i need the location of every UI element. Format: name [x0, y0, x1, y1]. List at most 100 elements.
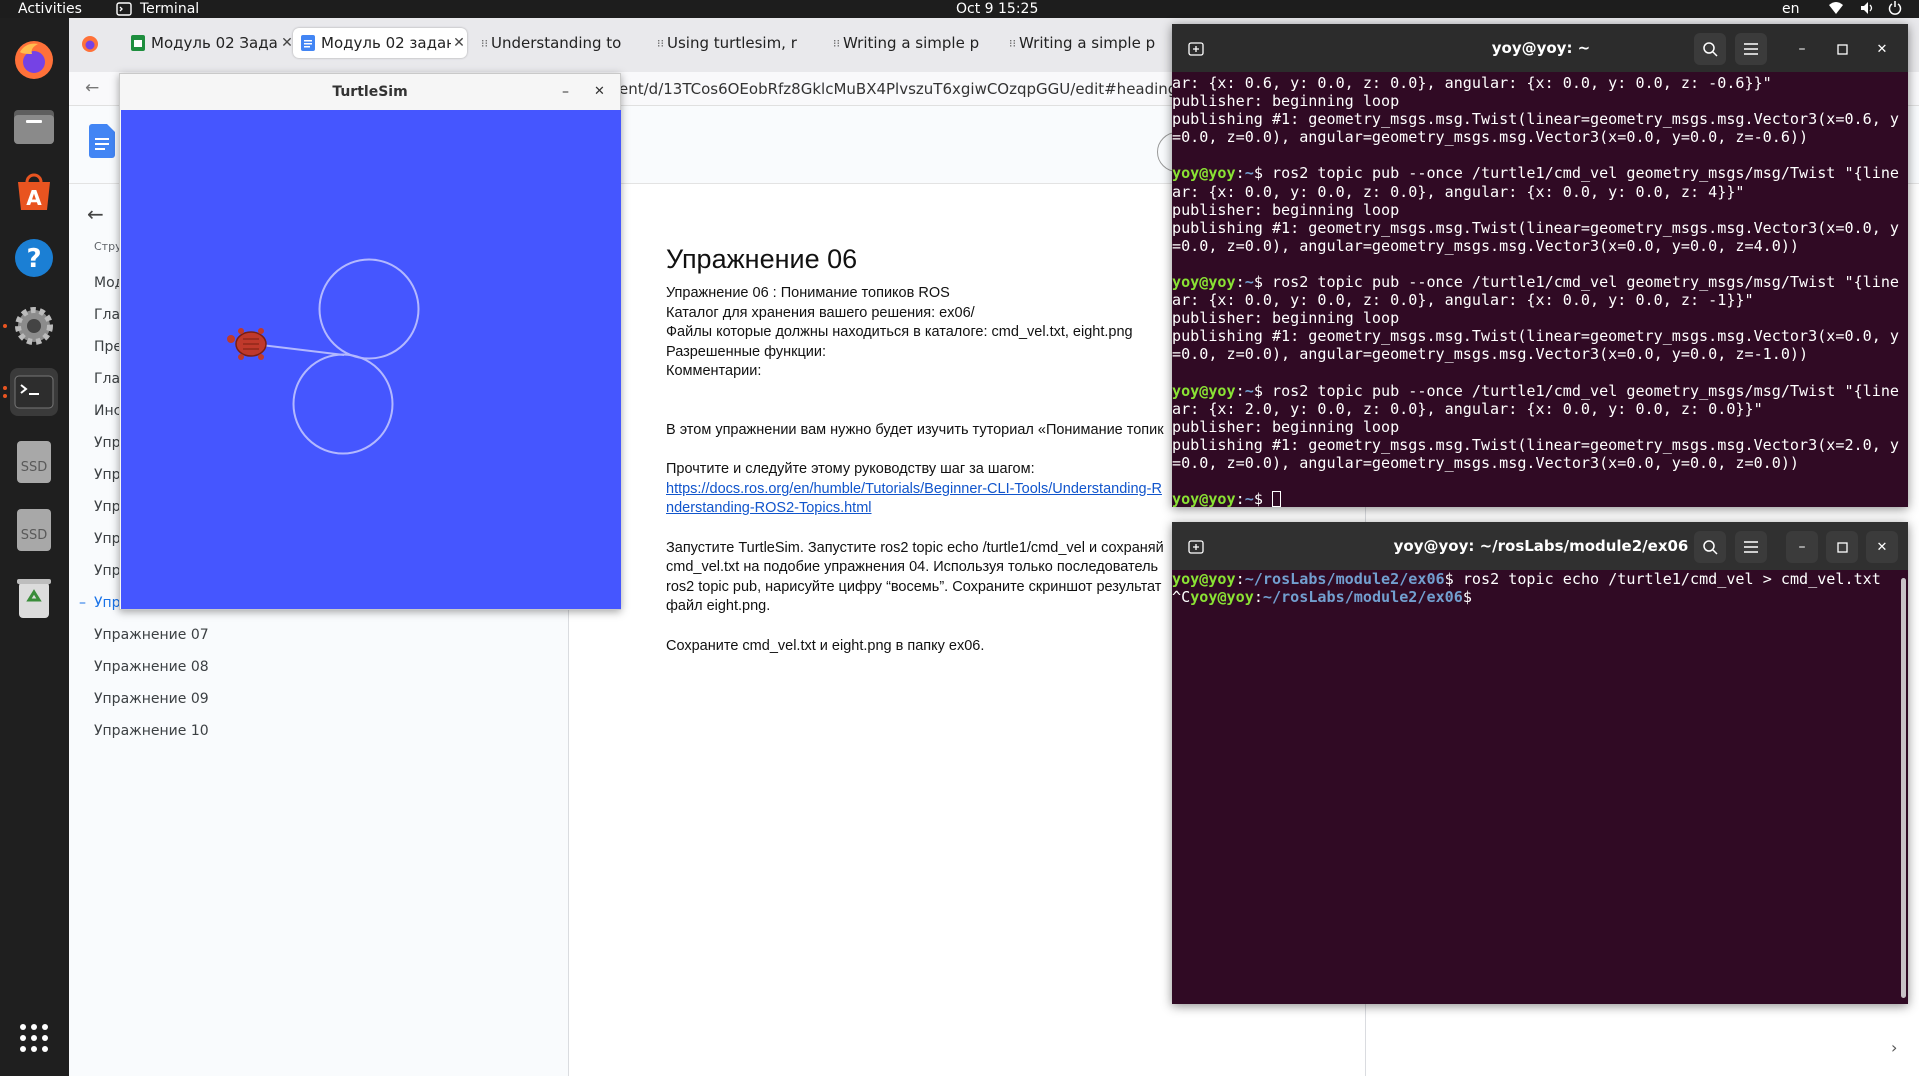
text-cursor [1272, 491, 1281, 508]
outline-item[interactable]: Упр [94, 435, 121, 451]
new-tab-icon[interactable] [1180, 33, 1212, 65]
current-section-marker: – [79, 595, 86, 611]
outline-item[interactable]: Упр [94, 467, 121, 483]
tab-sheets[interactable]: Модуль 02 Задан ✕ [123, 28, 295, 58]
new-tab-icon[interactable] [1180, 531, 1212, 563]
outline-item[interactable]: Упражнение 08 [94, 659, 209, 675]
terminal-text: publisher: beginning loop [1172, 92, 1400, 111]
tab-ros-publisher-1[interactable]: ⁝⁝ Writing a simple p [827, 28, 997, 58]
outline-item[interactable]: Упражнение 09 [94, 691, 209, 707]
outline-item[interactable]: Инс [94, 403, 121, 419]
language-indicator[interactable]: en [1782, 0, 1800, 18]
ssd-drive-icon[interactable]: SSD [10, 506, 58, 554]
ros-icon: ⁝⁝ [657, 36, 664, 50]
terminal-output[interactable]: ar: {x: 0.6, y: 0.0, z: 0.0}, angular: {… [1172, 74, 1908, 508]
outline-item[interactable]: Упр [94, 563, 121, 579]
docs-logo-icon[interactable] [89, 124, 115, 162]
window-title: yoy@yoy: ~ [1491, 39, 1591, 57]
outline-item-current[interactable]: Упр [94, 595, 121, 611]
terminal-line: publisher: beginning loop [1172, 201, 1908, 219]
show-apps-icon[interactable] [10, 1014, 58, 1062]
tab-ros-topics[interactable]: ⁝⁝ Understanding to [475, 28, 645, 58]
turtlesim-canvas [121, 110, 621, 609]
terminal-text: $ ros2 topic echo /turtle1/cmd_vel > cmd… [1444, 570, 1881, 588]
doc-tutorial-link[interactable]: https://docs.ros.org/en/humble/Tutorials… [666, 481, 1162, 497]
outline-item[interactable]: Упр [94, 531, 121, 547]
maximize-icon[interactable] [1826, 531, 1858, 563]
close-icon[interactable]: ✕ [1866, 33, 1898, 65]
docs-icon [301, 35, 315, 51]
prompt-user: yoy@yoy [1190, 588, 1254, 607]
terminal-icon[interactable] [10, 368, 58, 416]
terminal-titlebar[interactable]: yoy@yoy: ~/rosLabs/module2/ex06 – ✕ [1172, 522, 1908, 570]
terminal-output[interactable]: yoy@yoy:~/rosLabs/module2/ex06$ ros2 top… [1172, 570, 1908, 606]
app-center-icon[interactable]: A [10, 168, 58, 216]
sheets-icon [131, 35, 145, 51]
maximize-icon[interactable] [1826, 33, 1858, 65]
scrollbar[interactable] [1901, 578, 1906, 998]
search-icon[interactable] [1694, 33, 1726, 65]
settings-icon[interactable] [10, 302, 58, 350]
ros-icon: ⁝⁝ [833, 36, 840, 50]
close-icon[interactable]: ✕ [451, 35, 467, 51]
terminal-line: publishing #1: geometry_msgs.msg.Twist(l… [1172, 219, 1908, 237]
ssd-drive-icon[interactable]: SSD [10, 438, 58, 486]
terminal-line: publishing #1: geometry_msgs.msg.Twist(l… [1172, 436, 1908, 454]
back-arrow-icon[interactable]: ← [85, 78, 99, 98]
minimize-icon[interactable]: – [1786, 33, 1818, 65]
outline-item[interactable]: Упр [94, 499, 121, 515]
trash-icon[interactable] [10, 574, 58, 622]
terminal-line: =0.0, z=0.0), angular=geometry_msgs.msg.… [1172, 237, 1908, 255]
hamburger-menu-icon[interactable] [1735, 33, 1767, 65]
minimize-icon[interactable]: – [1786, 531, 1818, 563]
terminal-text: ar: {x: 0.0, y: 0.0, z: 0.0}, angular: {… [1172, 182, 1745, 201]
terminal-line: yoy@yoy:~$ ros2 topic pub --once /turtle… [1172, 164, 1908, 182]
activities-button[interactable]: Activities [18, 0, 82, 18]
tab-label: Writing a simple p [843, 34, 980, 52]
hamburger-menu-icon[interactable] [1735, 531, 1767, 563]
tab-ros-turtlesim[interactable]: ⁝⁝ Using turtlesim, r [651, 28, 821, 58]
terminal-line: ar: {x: 0.0, y: 0.0, z: 0.0}, angular: {… [1172, 291, 1908, 309]
terminal-titlebar[interactable]: yoy@yoy: ~ – ✕ [1172, 24, 1908, 72]
desktop: Activities Terminal Oct 9 15:25 en A ? S… [0, 0, 1919, 1076]
tab-label: Модуль 02 задан [321, 34, 451, 52]
help-icon[interactable]: ? [10, 234, 58, 282]
terminal-text: : [1235, 570, 1245, 588]
url-field[interactable]: ent/d/13TCos6OEobRfz8GklcMuBX4PlvszuT6xg… [619, 80, 1214, 98]
clock[interactable]: Oct 9 15:25 [956, 0, 1038, 18]
terminal-text: : [1235, 381, 1245, 400]
files-icon[interactable] [10, 102, 58, 150]
firefox-icon[interactable] [10, 36, 58, 84]
back-arrow-icon[interactable]: ← [87, 202, 104, 226]
terminal-line: publisher: beginning loop [1172, 309, 1908, 327]
prompt-path: ~ [1244, 273, 1254, 292]
close-icon[interactable]: ✕ [1866, 531, 1898, 563]
prompt-user: yoy@yoy [1172, 164, 1236, 183]
chevron-right-icon[interactable]: › [1891, 1038, 1897, 1057]
terminal-line: yoy@yoy:~$ ros2 topic pub --once /turtle… [1172, 382, 1908, 400]
close-icon[interactable]: ✕ [594, 74, 605, 110]
turtle-icon [227, 328, 267, 360]
terminal-line: ar: {x: 0.0, y: 0.0, z: 0.0}, angular: {… [1172, 183, 1908, 201]
doc-tutorial-link-cont[interactable]: nderstanding-ROS2-Topics.html [666, 500, 872, 516]
outline-item[interactable]: Упражнение 10 [94, 723, 209, 739]
app-menu-label[interactable]: Terminal [140, 0, 199, 18]
prompt-path: ~ [1244, 490, 1254, 509]
turtlesim-titlebar[interactable]: TurtleSim – ✕ [120, 74, 620, 110]
prompt-user: yoy@yoy [1172, 273, 1236, 292]
terminal-text: $ ros2 topic pub --once /turtle1/cmd_vel… [1253, 164, 1900, 183]
terminal-text: : [1235, 273, 1245, 292]
outline-item[interactable]: Упражнение 07 [94, 627, 209, 643]
tab-label: Using turtlesim, r [667, 34, 797, 52]
tab-docs[interactable]: Модуль 02 задан ✕ [293, 28, 467, 58]
outline-item[interactable]: Пре [94, 339, 122, 355]
terminal-text: publishing #1: geometry_msgs.msg.Twist(l… [1172, 218, 1899, 237]
search-icon[interactable] [1694, 531, 1726, 563]
tab-ros-publisher-2[interactable]: ⁝⁝ Writing a simple p [1003, 28, 1173, 58]
terminal-text: $ [1253, 490, 1272, 509]
outline-header: Стру [94, 240, 122, 253]
firefox-view-icon[interactable] [81, 35, 99, 57]
minimize-icon[interactable]: – [562, 74, 569, 110]
terminal-text: : [1235, 490, 1245, 509]
